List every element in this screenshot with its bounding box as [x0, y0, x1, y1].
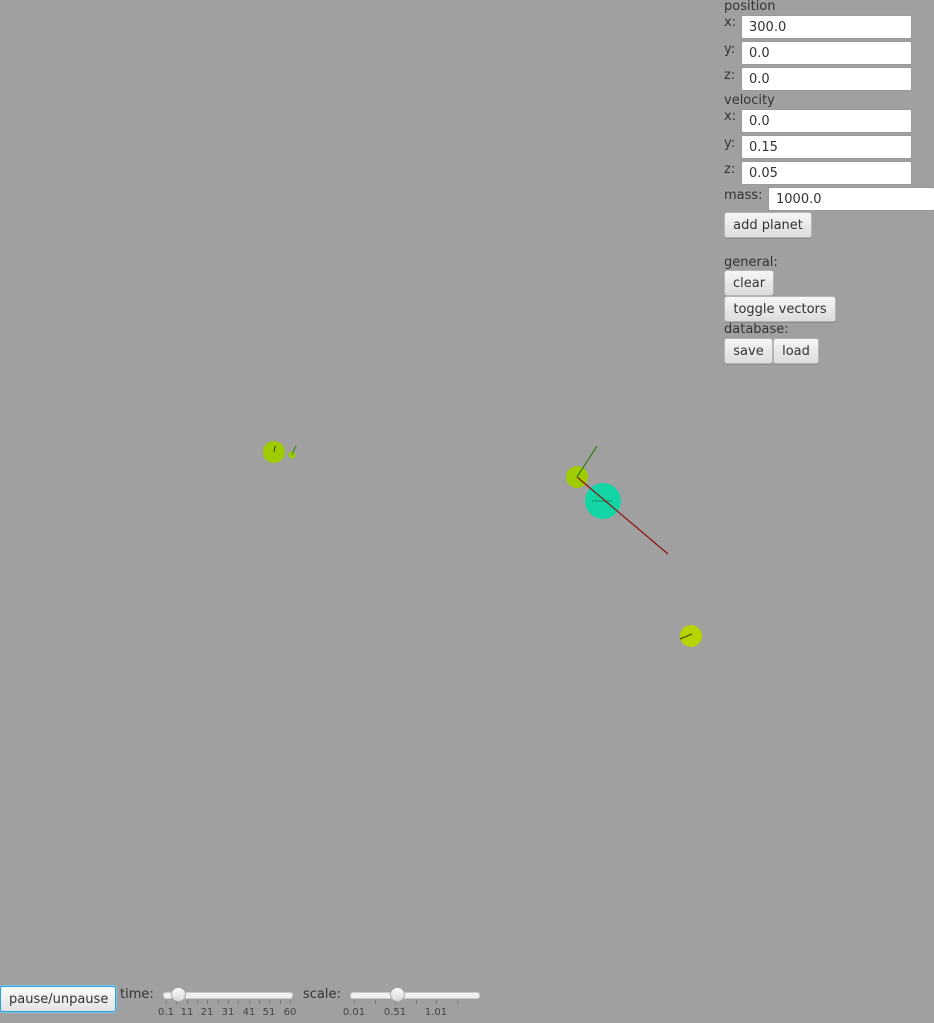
velocity-vector — [576, 445, 598, 478]
load-button[interactable]: load — [773, 338, 819, 364]
time-label: time: — [120, 987, 154, 1002]
position-x-field[interactable] — [741, 15, 912, 39]
scale-slider-tick — [354, 1000, 355, 1004]
scale-slider-tick — [436, 1000, 437, 1004]
position-header: position — [724, 0, 776, 14]
scale-slider-track — [350, 992, 480, 999]
scale-tick-label: 0.01 — [342, 1007, 366, 1018]
time-slider-tick — [280, 1000, 281, 1004]
scale-slider-tick — [456, 1000, 458, 1004]
scale-slider-tick — [374, 1000, 376, 1004]
time-slider-tick — [290, 1000, 291, 1004]
scale-slider-ticks — [350, 1000, 480, 1004]
time-tick-label: 60 — [283, 1007, 297, 1018]
time-slider-tick — [259, 1000, 260, 1004]
add-planet-button[interactable]: add planet — [724, 212, 812, 238]
time-tick-label: 0.1 — [158, 1007, 174, 1018]
time-tick-label: 51 — [262, 1007, 276, 1018]
time-slider-tick — [228, 1000, 229, 1004]
time-slider-tick — [207, 1000, 208, 1004]
scale-label: scale: — [303, 987, 341, 1002]
velocity-x-field[interactable] — [741, 109, 912, 133]
velocity-y-field[interactable] — [741, 135, 912, 159]
time-tick-label: 31 — [221, 1007, 235, 1018]
time-tick-label: 21 — [200, 1007, 214, 1018]
velocity-header: velocity — [724, 93, 775, 108]
position-z-label: z: — [724, 68, 736, 83]
time-slider-tick — [238, 1000, 239, 1004]
position-y-label: y: — [724, 42, 736, 57]
database-header: database: — [724, 322, 789, 337]
position-x-label: x: — [724, 15, 737, 30]
mass-field[interactable] — [768, 187, 934, 211]
force-vector — [576, 476, 669, 555]
general-header: general: — [724, 255, 778, 270]
clear-button[interactable]: clear — [724, 270, 774, 296]
scale-slider[interactable] — [350, 987, 480, 1011]
scale-slider-thumb[interactable] — [389, 987, 405, 1002]
save-button[interactable]: save — [724, 338, 773, 364]
scale-tick-label: 0.51 — [383, 1007, 407, 1018]
pause-unpause-button[interactable]: pause/unpause — [0, 986, 116, 1012]
velocity-x-label: x: — [724, 109, 737, 124]
scale-slider-tick — [415, 1000, 417, 1004]
time-tick-label: 41 — [242, 1007, 256, 1018]
toggle-vectors-button[interactable]: toggle vectors — [724, 296, 836, 322]
mass-label: mass: — [724, 188, 763, 203]
velocity-z-label: z: — [724, 162, 736, 177]
time-slider-tick — [249, 1000, 250, 1004]
time-slider-tick — [187, 1000, 188, 1004]
position-z-field[interactable] — [741, 67, 912, 91]
time-slider-tick — [197, 1000, 198, 1004]
position-y-field[interactable] — [741, 41, 912, 65]
scale-tick-label: 1.01 — [424, 1007, 448, 1018]
time-tick-label: 11 — [180, 1007, 194, 1018]
time-slider-tick — [269, 1000, 270, 1004]
planet — [680, 625, 702, 647]
velocity-y-label: y: — [724, 136, 736, 151]
velocity-z-field[interactable] — [741, 161, 912, 185]
time-slider-tick — [166, 1000, 167, 1004]
time-slider-tick — [218, 1000, 219, 1004]
